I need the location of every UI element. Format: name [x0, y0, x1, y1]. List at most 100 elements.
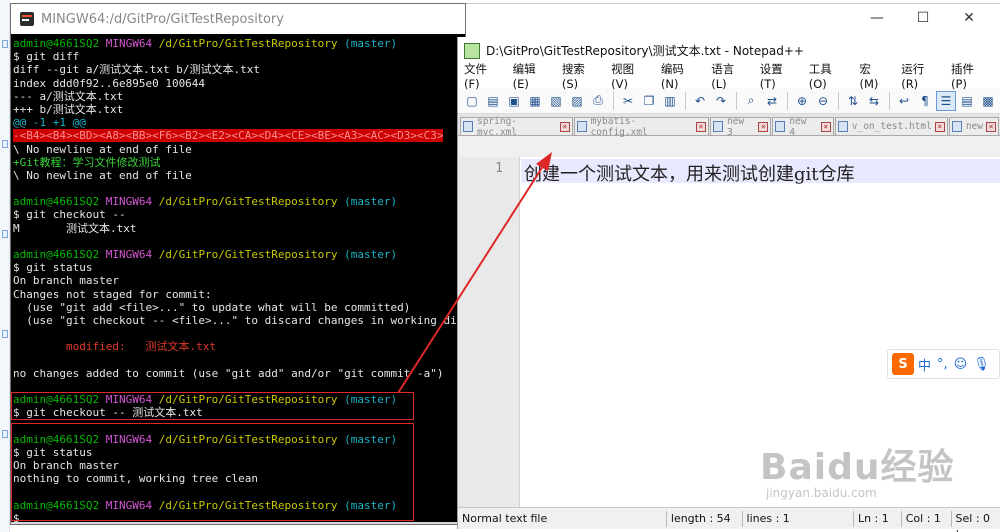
notepadpp-titlebar[interactable]: D:\GitPro\GitTestRepository\测试文本.txt - N… — [458, 37, 1000, 64]
replace-icon[interactable]: ⇄ — [762, 91, 782, 111]
status-ln: Ln : 1 — [854, 510, 902, 527]
status-col: Col : 1 — [902, 510, 952, 527]
terminal-text-segment: (master) — [344, 248, 398, 261]
indent-guide-icon[interactable]: ☰ — [936, 90, 956, 111]
new-file-icon[interactable]: ▢ — [462, 91, 482, 111]
show-all-chars-icon[interactable]: ¶ — [915, 91, 935, 111]
copy-icon[interactable]: ❐ — [639, 91, 659, 111]
file-tab[interactable]: spring-mvc.xml × — [460, 116, 573, 138]
terminal-line: M 测试文本.txt — [13, 222, 465, 235]
terminal-titlebar[interactable]: MINGW64:/d/GitPro/GitTestRepository — [11, 4, 465, 34]
terminal-text-segment: +++ b/测试文本.txt — [13, 102, 124, 116]
ime-mode[interactable]: 中 — [918, 355, 931, 374]
terminal-line: (use "git add <file>..." to update what … — [13, 301, 465, 314]
file-tab[interactable]: v_on_test.html × — [834, 117, 948, 135]
close-tab-icon[interactable]: × — [696, 121, 707, 132]
terminal-text-segment: \ No newline at end of file — [13, 168, 192, 182]
file-tab[interactable]: new 4 × — [772, 116, 834, 138]
file-tab[interactable]: new × — [948, 117, 999, 135]
doc-map-icon[interactable]: ▤ — [957, 91, 977, 111]
menu-item[interactable]: 编码(N) — [661, 61, 695, 91]
editor-line-text[interactable]: 创建一个测试文本，用来测试创建git仓库 — [524, 160, 855, 186]
status-file-type: Normal text file — [458, 510, 667, 527]
terminal-line: admin@4661SQ2 MINGW64 /d/GitPro/GitTestR… — [13, 37, 465, 50]
paste-icon[interactable]: ▥ — [660, 91, 680, 111]
open-file-icon[interactable]: ▤ — [483, 91, 503, 111]
print-icon[interactable]: ⎙ — [588, 91, 608, 111]
strip-marker — [2, 430, 8, 438]
terminal-line: diff --git a/测试文本.txt b/测试文本.txt — [13, 63, 465, 76]
menu-item[interactable]: 插件(P) — [951, 61, 984, 91]
zoom-out-icon[interactable]: ⊖ — [813, 91, 833, 111]
file-icon — [837, 121, 848, 132]
git-bash-window: MINGW64:/d/GitPro/GitTestRepository admi… — [10, 3, 466, 525]
file-icon — [463, 121, 473, 132]
status-lines: lines : 1 — [743, 510, 854, 527]
close-tab-icon[interactable]: × — [934, 121, 945, 132]
menu-item[interactable]: 宏(M) — [859, 61, 885, 91]
file-tab[interactable]: new 3 × — [710, 116, 772, 138]
find-icon[interactable]: ⌕ — [741, 91, 761, 111]
sync-vertical-icon[interactable]: ⇅ — [843, 91, 863, 111]
undo-icon[interactable]: ↶ — [690, 91, 710, 111]
notepadpp-title: D:\GitPro\GitTestRepository\测试文本.txt - N… — [486, 44, 804, 58]
terminal-text-segment: no changes added to commit (use "git add… — [13, 366, 444, 380]
menu-item[interactable]: 运行(R) — [901, 61, 935, 91]
close-tab-icon[interactable]: × — [820, 121, 831, 132]
terminal-text-segment: -<B4><B4><BD><A8><BB><F6><B2><E2><CA><D4… — [13, 129, 444, 143]
menu-item[interactable]: 语言(L) — [711, 61, 744, 91]
terminal-line: \ No newline at end of file — [13, 143, 465, 156]
toolbar-separator — [889, 91, 890, 110]
close-tab-icon[interactable]: × — [559, 121, 570, 132]
terminal-text-segment: /d/GitPro/GitTestRepository — [158, 248, 345, 261]
sogou-logo-icon[interactable]: S — [892, 353, 914, 375]
menu-item[interactable]: 文件(F) — [464, 61, 497, 91]
terminal-line: admin@4661SQ2 MINGW64 /d/GitPro/GitTestR… — [13, 248, 465, 261]
zoom-in-icon[interactable]: ⊕ — [792, 91, 812, 111]
menu-item[interactable]: 视图(V) — [611, 61, 645, 91]
git-bash-icon — [19, 11, 35, 27]
terminal-text-segment: $ git status — [13, 261, 93, 275]
minimize-button[interactable]: — — [854, 10, 900, 26]
strip-marker — [2, 230, 8, 238]
watermark-brand: Baidu经验 — [760, 447, 955, 488]
terminal-text-segment: Changes not staged for commit: — [13, 287, 212, 301]
close-button[interactable]: ✕ — [946, 10, 992, 26]
close-file-icon[interactable]: ▧ — [546, 91, 566, 111]
save-all-icon[interactable]: ▦ — [525, 91, 545, 111]
file-tab[interactable]: mybatis-config.xml × — [573, 115, 709, 138]
close-tab-icon[interactable]: × — [758, 121, 769, 132]
menu-item[interactable]: 设置(T) — [760, 61, 793, 91]
emoji-icon[interactable]: ☺ — [954, 357, 968, 372]
terminal-text-segment: M 测试文本.txt — [13, 221, 137, 235]
tab-label: mybatis-config.xml — [590, 115, 648, 138]
toolbar-separator — [787, 91, 788, 110]
cut-icon[interactable]: ✂ — [618, 91, 638, 111]
menu-item[interactable]: 编辑(E) — [513, 61, 546, 91]
terminal-line: (use "git checkout -- <file>..." to disc… — [13, 314, 465, 327]
terminal-text-segment: MINGW64 — [105, 248, 159, 261]
terminal-text-segment: @@ -1 +1 @@ — [13, 116, 86, 130]
close-tab-icon[interactable]: × — [986, 121, 996, 132]
word-wrap-icon[interactable]: ↩ — [894, 91, 914, 111]
status-length: length : 54 — [667, 510, 743, 527]
redo-icon[interactable]: ↷ — [711, 91, 731, 111]
menu-item[interactable]: 搜索(S) — [562, 61, 595, 91]
ime-punctuation[interactable]: °, — [937, 357, 948, 372]
ime-toolbar[interactable]: S 中 °, ☺ 🎙 — [887, 349, 1000, 379]
terminal-line: admin@4661SQ2 MINGW64 /d/GitPro/GitTestR… — [13, 195, 465, 208]
save-icon[interactable]: ▣ — [504, 91, 524, 111]
terminal-text-segment: (use "git checkout -- <file>..." to disc… — [13, 313, 457, 327]
maximize-button[interactable]: ☐ — [900, 10, 946, 26]
microphone-icon[interactable]: 🎙 — [973, 357, 990, 372]
close-all-icon[interactable]: ▨ — [567, 91, 587, 111]
terminal-bottom-edge — [11, 522, 465, 524]
sync-horizontal-icon[interactable]: ⇆ — [864, 91, 884, 111]
menu-bar: 文件(F) 编辑(E) 搜索(S) 视图(V) 编码(N) 语言(L) 设置(T) 工具(O)… — [458, 61, 1000, 91]
menu-item[interactable]: 工具(O) — [809, 61, 844, 91]
terminal-line: index ddd0f92..6e895e0 100644 — [13, 77, 465, 90]
function-list-icon[interactable]: ▩ — [978, 91, 998, 111]
terminal-line: -<B4><B4><BD><A8><BB><F6><B2><E2><CA><D4… — [13, 129, 465, 143]
